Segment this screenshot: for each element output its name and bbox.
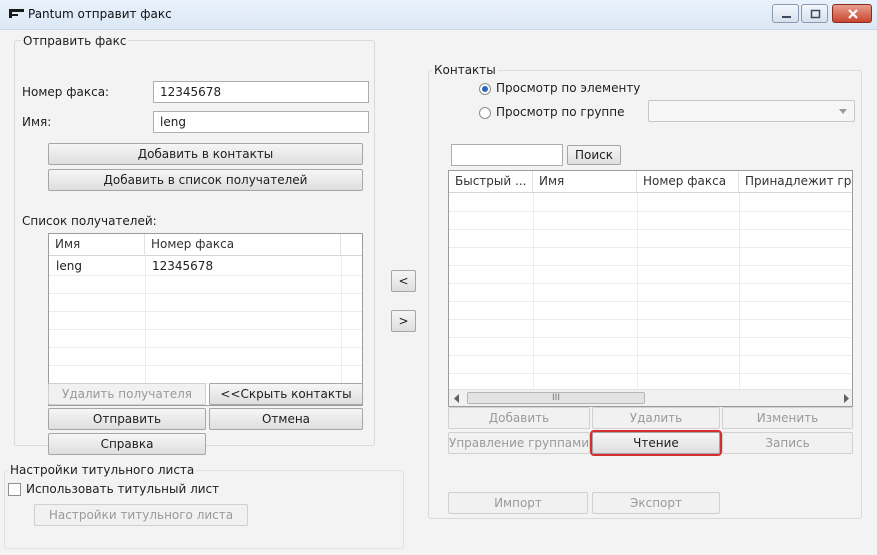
minimize-button[interactable] xyxy=(772,4,799,23)
chevron-down-icon xyxy=(839,109,847,114)
delete-contact-button[interactable]: Удалить xyxy=(592,407,720,429)
name-label: Имя: xyxy=(22,115,52,129)
minimize-icon xyxy=(782,16,791,18)
view-by-item-label[interactable]: Просмотр по элементу xyxy=(496,81,640,95)
name-input[interactable]: leng xyxy=(153,111,369,133)
scrollbar-thumb-grip: III xyxy=(552,393,560,403)
send-button[interactable]: Отправить xyxy=(48,408,206,430)
add-contact-button[interactable]: Добавить xyxy=(448,407,590,429)
window-content: Отправить факс Номер факса: 12345678 Имя… xyxy=(0,30,877,555)
scrollbar-thumb[interactable]: III xyxy=(467,392,645,404)
close-icon xyxy=(848,9,858,19)
read-button[interactable]: Чтение xyxy=(590,430,722,456)
export-button[interactable]: Экспорт xyxy=(592,492,720,514)
import-button[interactable]: Импорт xyxy=(448,492,588,514)
view-by-group-label[interactable]: Просмотр по группе xyxy=(496,105,625,119)
remove-recipient-button[interactable]: Удалить получателя xyxy=(48,383,206,405)
fax-number-label: Номер факса: xyxy=(22,85,110,99)
send-fax-group-title: Отправить факс xyxy=(21,34,129,48)
move-right-button[interactable]: > xyxy=(391,310,416,332)
contacts-column-name[interactable]: Имя xyxy=(533,171,637,193)
group-select[interactable] xyxy=(648,100,855,122)
use-cover-checkbox[interactable] xyxy=(8,483,21,496)
window-title: Pantum отправит факс xyxy=(28,7,172,21)
scroll-left-icon[interactable] xyxy=(453,394,461,403)
pantum-logo-icon xyxy=(9,9,24,18)
use-cover-label[interactable]: Использовать титульный лист xyxy=(26,482,219,496)
contacts-group-title: Контакты xyxy=(432,63,498,77)
contacts-table[interactable]: Быстрый ... Имя Номер факса Принадлежит … xyxy=(448,170,853,407)
contacts-column-fax[interactable]: Номер факса xyxy=(637,171,739,193)
hide-contacts-button[interactable]: <<Скрыть контакты xyxy=(209,383,363,405)
title-bar[interactable]: Pantum отправит факс xyxy=(0,0,877,30)
view-by-group-radio[interactable] xyxy=(479,107,491,119)
view-by-item-radio[interactable] xyxy=(479,83,491,95)
contacts-horizontal-scrollbar[interactable]: III xyxy=(449,389,852,406)
search-button[interactable]: Поиск xyxy=(567,145,621,165)
edit-contact-button[interactable]: Изменить xyxy=(722,407,853,429)
add-to-contacts-button[interactable]: Добавить в контакты xyxy=(48,143,363,165)
scroll-right-icon[interactable] xyxy=(842,394,850,403)
cancel-button[interactable]: Отмена xyxy=(209,408,363,430)
write-button[interactable]: Запись xyxy=(722,432,853,454)
cover-settings-group-title: Настройки титульного листа xyxy=(8,463,197,477)
contact-search-input[interactable] xyxy=(451,144,563,166)
close-button[interactable] xyxy=(832,4,872,23)
recipient-row-name[interactable]: leng xyxy=(56,257,82,275)
cover-settings-button[interactable]: Настройки титульного листа xyxy=(34,504,248,526)
recipients-column-name[interactable]: Имя xyxy=(49,234,145,256)
recipient-row-fax[interactable]: 12345678 xyxy=(152,257,213,275)
add-to-recipients-button[interactable]: Добавить в список получателей xyxy=(48,169,363,191)
recipients-label: Список получателей: xyxy=(22,214,157,228)
recipients-table[interactable]: Имя Номер факса leng 12345678 xyxy=(48,233,363,406)
maximize-icon xyxy=(810,9,821,19)
recipients-column-fax[interactable]: Номер факса xyxy=(145,234,341,256)
move-left-button[interactable]: < xyxy=(391,270,416,292)
help-button[interactable]: Справка xyxy=(48,433,206,455)
contacts-column-group[interactable]: Принадлежит гру xyxy=(739,171,852,193)
recipients-column-spacer xyxy=(341,234,362,256)
maximize-button[interactable] xyxy=(801,4,828,23)
fax-number-input[interactable]: 12345678 xyxy=(153,81,369,103)
manage-groups-button[interactable]: Управление группами xyxy=(448,432,590,454)
contacts-column-quick[interactable]: Быстрый ... xyxy=(449,171,533,193)
fax-window: Pantum отправит факс Отправить факс Номе… xyxy=(0,0,877,555)
